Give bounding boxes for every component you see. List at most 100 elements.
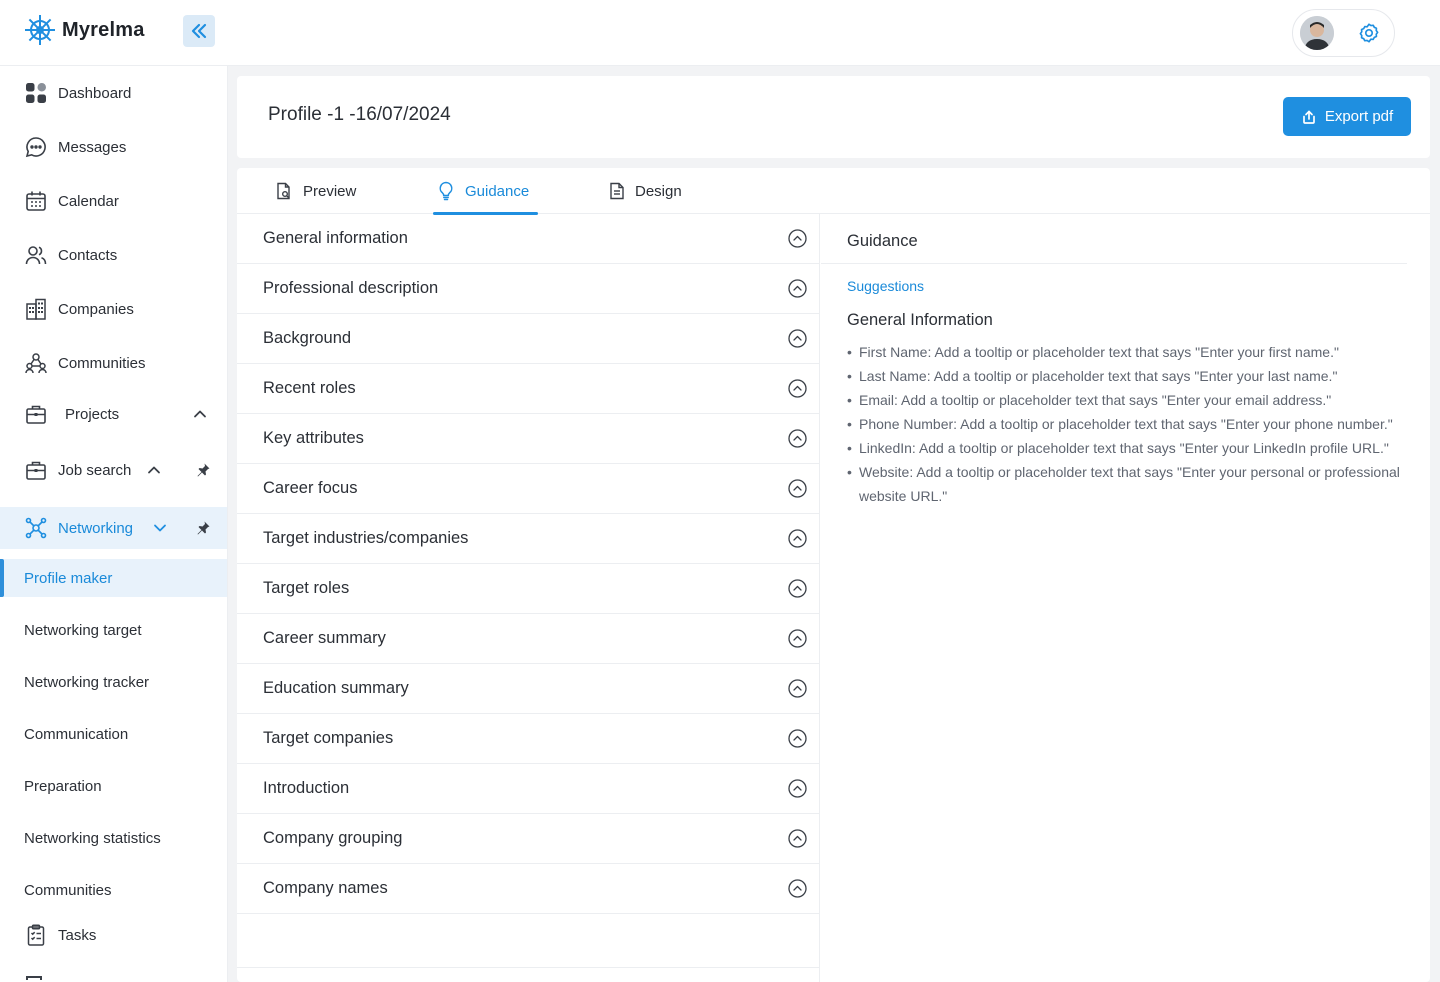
sidebar: Dashboard Messages Calendar Contacts Com… <box>0 66 228 982</box>
community-icon <box>24 351 48 375</box>
sidebar-item-label: Projects <box>65 405 120 423</box>
top-bar: Myrelma <box>0 0 1440 66</box>
section-accordion-row[interactable]: Professional description <box>237 264 820 314</box>
collapse-circle-icon[interactable] <box>788 879 807 898</box>
dashboard-icon <box>24 81 48 105</box>
upload-icon <box>1301 109 1317 125</box>
sidebar-subitem-profile-maker[interactable]: Profile maker <box>0 559 227 597</box>
collapse-circle-icon[interactable] <box>788 229 807 248</box>
sidebar-subitem-label: Networking target <box>24 621 142 639</box>
sidebar-subitem-label: Profile maker <box>24 569 113 587</box>
section-label: General information <box>263 229 408 247</box>
guidance-title: Guidance <box>847 232 918 250</box>
contacts-icon <box>24 243 48 267</box>
brand[interactable]: Myrelma <box>24 14 145 46</box>
sidebar-item-tasks[interactable]: Tasks <box>0 915 227 955</box>
chevron-down-icon[interactable] <box>153 521 167 535</box>
section-label: Recent roles <box>263 379 356 397</box>
sidebar-item-label: Dashboard <box>58 84 132 102</box>
collapse-circle-icon[interactable] <box>788 729 807 748</box>
tab-label: Guidance <box>465 182 530 200</box>
sidebar-subitem-label: Preparation <box>24 777 102 795</box>
export-pdf-button[interactable]: Export pdf <box>1283 97 1411 136</box>
section-accordion-row[interactable]: Target industries/companies <box>237 514 820 564</box>
section-accordion-row[interactable]: Recent roles <box>237 364 820 414</box>
sidebar-subitem-preparation[interactable]: Preparation <box>0 767 227 805</box>
section-accordion-row[interactable]: Company grouping <box>237 814 820 864</box>
avatar[interactable] <box>1300 16 1334 50</box>
section-label: Company names <box>263 879 388 897</box>
section-label: Company grouping <box>263 829 403 847</box>
section-accordion-row[interactable]: Introduction <box>237 764 820 814</box>
section-accordion-row[interactable]: Background <box>237 314 820 364</box>
section-label: Professional description <box>263 279 439 297</box>
pin-icon[interactable] <box>195 462 211 478</box>
tab-guidance[interactable]: Guidance <box>432 168 539 215</box>
collapse-sidebar-button[interactable] <box>183 15 215 47</box>
suggestion-item: LinkedIn: Add a tooltip or placeholder t… <box>847 436 1417 460</box>
tab-design[interactable]: Design <box>609 168 682 214</box>
collapse-circle-icon[interactable] <box>788 779 807 798</box>
section-label: Background <box>263 329 352 347</box>
sidebar-subitem-communication[interactable]: Communication <box>0 715 227 753</box>
collapse-circle-icon[interactable] <box>788 429 807 448</box>
sidebar-item-communities[interactable]: Communities <box>0 343 227 383</box>
file-preview-icon <box>275 182 293 200</box>
collapse-circle-icon[interactable] <box>788 679 807 698</box>
section-accordion-row[interactable]: General information <box>237 214 820 264</box>
section-accordion-row[interactable]: Career summary <box>237 614 820 664</box>
section-label: Career summary <box>263 629 386 647</box>
collapse-circle-icon[interactable] <box>788 379 807 398</box>
sidebar-item-calendar[interactable]: Calendar <box>0 181 227 221</box>
sidebar-item-label: Companies <box>58 300 134 318</box>
sidebar-subitem-networking-target[interactable]: Networking target <box>0 611 227 649</box>
sidebar-item-messages[interactable]: Messages <box>0 127 227 167</box>
settings-gear-icon[interactable] <box>1358 22 1380 44</box>
tab-label: Preview <box>303 182 357 200</box>
sidebar-item-job-search[interactable]: Job search <box>0 450 227 490</box>
sidebar-subitem-networking-tracker[interactable]: Networking tracker <box>0 663 227 701</box>
network-icon <box>24 516 48 540</box>
collapse-circle-icon[interactable] <box>788 629 807 648</box>
collapse-circle-icon[interactable] <box>788 829 807 848</box>
collapse-circle-icon[interactable] <box>788 529 807 548</box>
section-accordion-row[interactable]: Target roles <box>237 564 820 614</box>
collapse-circle-icon[interactable] <box>788 579 807 598</box>
chat-icon <box>24 135 48 159</box>
suggestions-label: Suggestions <box>847 278 925 294</box>
tab-bar: Preview Guidance Design <box>237 168 1430 215</box>
sidebar-subitem-networking-statistics[interactable]: Networking statistics <box>0 819 227 857</box>
collapse-circle-icon[interactable] <box>788 279 807 298</box>
sidebar-item-label: Networking <box>58 519 134 537</box>
section-accordion-row[interactable]: Company names <box>237 864 820 914</box>
sidebar-item-companies[interactable]: Companies <box>0 289 227 329</box>
tab-preview[interactable]: Preview <box>275 168 356 214</box>
sidebar-subitem-label: Networking tracker <box>24 673 150 691</box>
sidebar-item-networking[interactable]: Networking <box>0 507 227 549</box>
pin-icon[interactable] <box>195 520 211 536</box>
section-accordion-row[interactable]: Education summary <box>237 664 820 714</box>
section-accordion-row[interactable]: Target companies <box>237 714 820 764</box>
section-label: Introduction <box>263 779 350 797</box>
chevron-up-icon[interactable] <box>147 463 161 477</box>
user-actions <box>1292 9 1395 57</box>
sidebar-item-projects[interactable]: Projects <box>0 394 227 434</box>
briefcase-icon <box>24 458 48 482</box>
suggestion-item: First Name: Add a tooltip or placeholder… <box>847 340 1417 364</box>
export-pdf-label: Export pdf <box>1324 108 1394 125</box>
section-label: Target industries/companies <box>263 529 469 547</box>
sidebar-subitem-label: Networking statistics <box>24 829 161 847</box>
divider <box>237 967 820 968</box>
suggestion-item: Last Name: Add a tooltip or placeholder … <box>847 364 1417 388</box>
sidebar-item-contacts[interactable]: Contacts <box>0 235 227 275</box>
sidebar-item-dashboard[interactable]: Dashboard <box>0 73 227 113</box>
collapse-circle-icon[interactable] <box>788 329 807 348</box>
sidebar-subitem-communities[interactable]: Communities <box>0 871 227 909</box>
section-accordion-row[interactable]: Career focus <box>237 464 820 514</box>
section-label: Key attributes <box>263 429 364 447</box>
section-accordion-row[interactable]: Key attributes <box>237 414 820 464</box>
page-title: Profile -1 -16/07/2024 <box>268 104 451 125</box>
sidebar-item-label: Calendar <box>58 192 119 210</box>
chevron-up-icon[interactable] <box>193 407 207 421</box>
collapse-circle-icon[interactable] <box>788 479 807 498</box>
